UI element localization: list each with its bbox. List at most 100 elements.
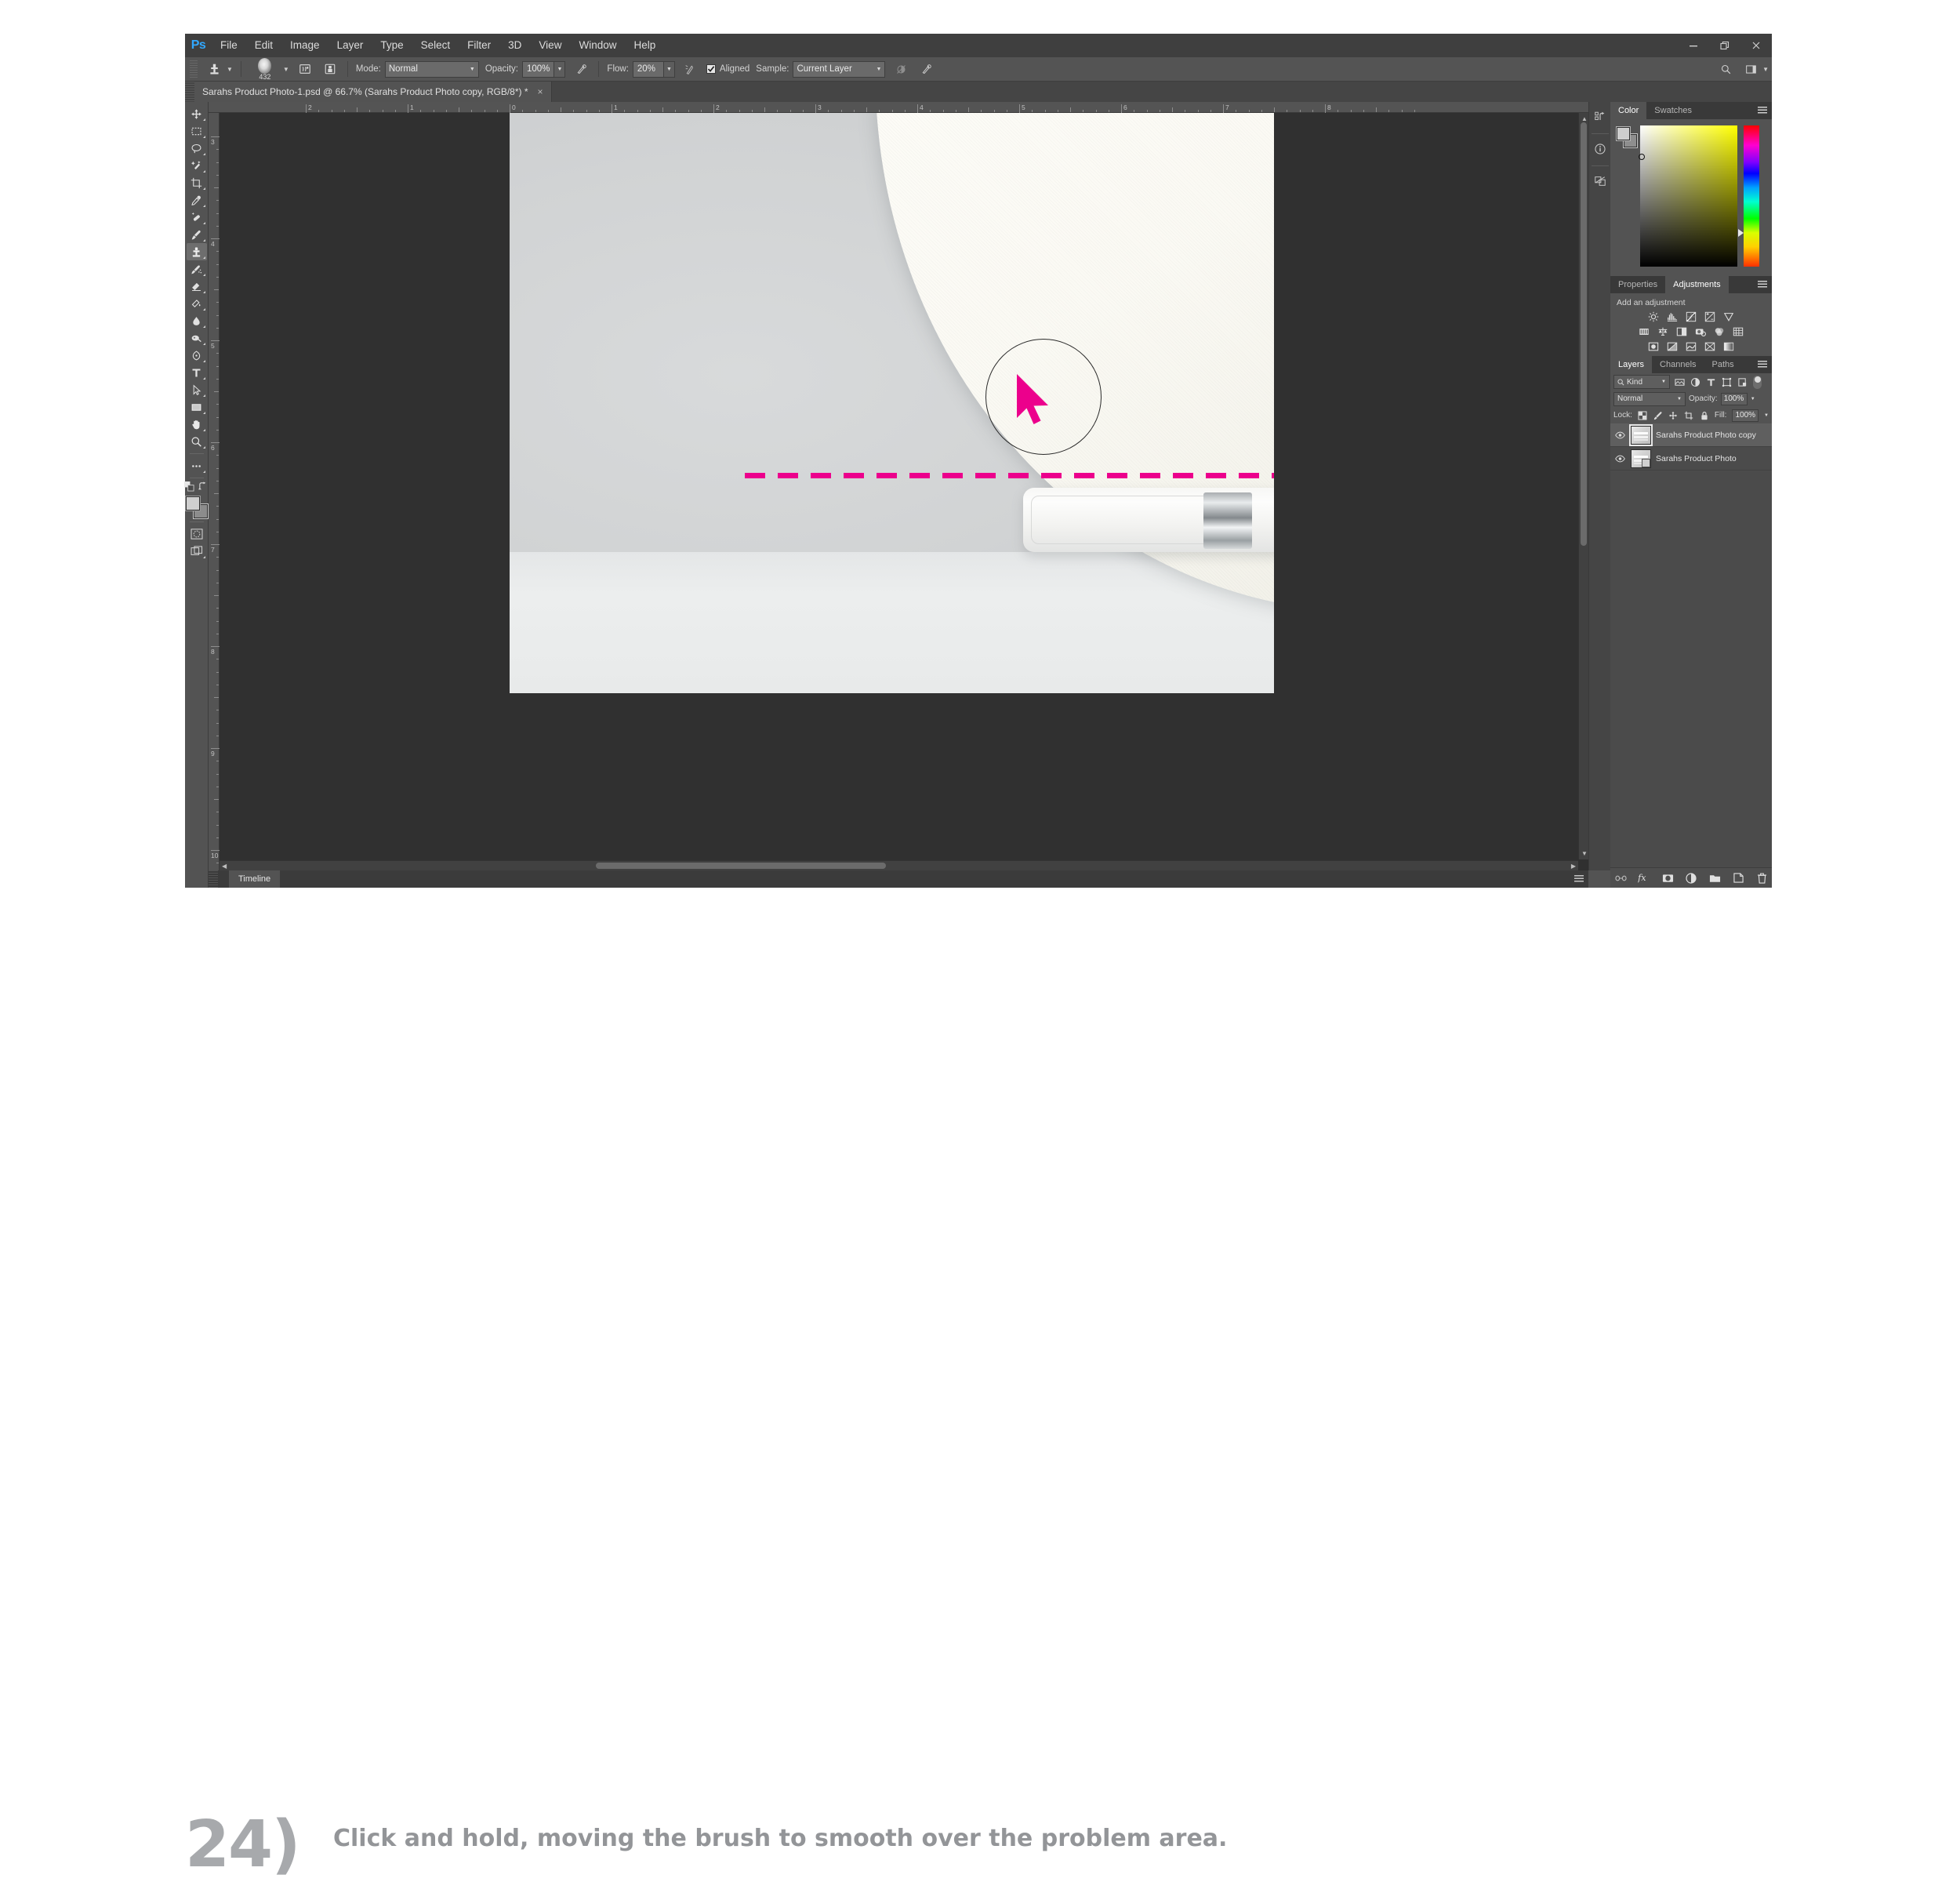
tab-bar-grip[interactable] (185, 82, 194, 102)
lasso-tool[interactable] (187, 140, 207, 157)
search-button[interactable] (1713, 57, 1738, 82)
photo-filter-icon[interactable] (1695, 325, 1707, 337)
menu-type[interactable]: Type (372, 34, 412, 57)
brush-size-picker[interactable]: 432 ▼ (246, 57, 292, 82)
chevron-down-icon[interactable]: ▼ (1751, 397, 1755, 401)
layer-visibility-toggle[interactable] (1613, 431, 1626, 439)
channel-mixer-icon[interactable] (1714, 325, 1726, 337)
clone-source-panel-button[interactable] (318, 57, 343, 82)
threshold-icon[interactable] (1686, 340, 1697, 352)
layer-visibility-toggle[interactable] (1613, 455, 1626, 463)
table-row[interactable]: Sarahs Product Photo (1610, 447, 1772, 470)
tab-paths[interactable]: Paths (1704, 356, 1742, 373)
chevron-down-icon[interactable]: ▼ (1762, 66, 1769, 73)
chevron-down-icon[interactable]: ▼ (227, 66, 233, 73)
filter-pixel-icon[interactable] (1673, 376, 1686, 388)
rectangle-tool[interactable] (187, 398, 207, 416)
menu-edit[interactable]: Edit (246, 34, 281, 57)
filter-enable-toggle[interactable] (1753, 375, 1762, 389)
info-panel-button[interactable] (1590, 139, 1610, 161)
hue-strip[interactable] (1744, 125, 1759, 267)
tab-adjustments[interactable]: Adjustments (1665, 276, 1729, 293)
canvas-viewport[interactable] (220, 113, 1588, 870)
levels-icon[interactable] (1667, 311, 1679, 322)
menu-help[interactable]: Help (625, 34, 664, 57)
color-field-picker[interactable] (1639, 154, 1645, 160)
color-balance-icon[interactable] (1657, 325, 1669, 337)
folder-ic on[interactable] (1708, 872, 1721, 885)
lock-transparent-pixels-icon[interactable] (1638, 410, 1648, 420)
horizontal-scroll-thumb[interactable] (596, 863, 886, 869)
document-tab[interactable]: Sarahs Product Photo-1.psd @ 66.7% (Sara… (194, 82, 552, 102)
foreground-color-swatch[interactable] (184, 496, 201, 511)
layer-fill-input[interactable]: 100% (1732, 409, 1759, 422)
adjustment-circle-icon[interactable] (1685, 872, 1697, 885)
lock-position-icon[interactable] (1668, 410, 1679, 420)
chevron-down-icon[interactable]: ▼ (1764, 413, 1769, 418)
hue-saturation-icon[interactable] (1639, 325, 1650, 337)
default-colors-icon[interactable] (184, 481, 194, 494)
scroll-up-icon[interactable]: ▲ (1581, 115, 1588, 122)
close-icon[interactable] (1740, 34, 1772, 57)
menu-3d[interactable]: 3D (499, 34, 530, 57)
type-tool[interactable] (187, 364, 207, 381)
opacity-pressure-button[interactable] (568, 57, 593, 82)
table-row[interactable]: Sarahs Product Photo copy (1610, 423, 1772, 447)
hand-tool[interactable] (187, 416, 207, 433)
opacity-input[interactable]: 100% (522, 60, 555, 78)
move-tool[interactable] (187, 105, 207, 122)
hue-strip-marker[interactable] (1738, 229, 1744, 237)
link-icon[interactable] (1614, 872, 1627, 885)
blur-tool[interactable] (187, 312, 207, 329)
sample-select[interactable]: Current Layer ▼ (793, 60, 886, 78)
brightness-contrast-icon[interactable] (1648, 311, 1660, 322)
opacity-stepper[interactable]: ▼ (554, 60, 566, 78)
path-selection-tool[interactable] (187, 381, 207, 398)
tab-color[interactable]: Color (1610, 102, 1647, 119)
lock-artboard-icon[interactable] (1684, 410, 1694, 420)
quick-mask-button[interactable] (187, 525, 207, 543)
ignore-adjustment-layers-button[interactable] (888, 57, 913, 82)
canvas-area[interactable]: 21012345678 3 4 5 6 7 8 9 10 ▲ ▼ ◀ ▶ (209, 102, 1588, 870)
menu-file[interactable]: File (212, 34, 246, 57)
selective-color-icon[interactable] (1723, 340, 1735, 352)
vibrance-icon[interactable] (1723, 311, 1735, 322)
tab-channels[interactable]: Channels (1652, 356, 1704, 373)
invert-icon[interactable] (1648, 340, 1660, 352)
screen-mode-button[interactable] (187, 543, 207, 560)
pressure-size-button[interactable] (913, 57, 938, 82)
menu-filter[interactable]: Filter (459, 34, 499, 57)
menu-window[interactable]: Window (570, 34, 625, 57)
chevron-down-icon[interactable]: ▼ (283, 66, 289, 73)
curves-icon[interactable] (1686, 311, 1697, 322)
zoom-tool[interactable] (187, 433, 207, 450)
panel-menu-icon[interactable] (1758, 361, 1767, 369)
color-field[interactable] (1640, 125, 1737, 267)
history-brush-tool[interactable] (187, 260, 207, 278)
aligned-checkbox-group[interactable]: Aligned (703, 57, 753, 82)
scroll-down-icon[interactable]: ▼ (1581, 850, 1588, 857)
layer-thumbnail[interactable] (1629, 423, 1653, 446)
tab-properties[interactable]: Properties (1610, 276, 1665, 293)
brush-panel-button[interactable] (292, 57, 318, 82)
crop-tool[interactable] (187, 174, 207, 191)
layer-name[interactable]: Sarahs Product Photo copy (1656, 431, 1756, 440)
active-tool-preset[interactable]: ▼ (201, 57, 236, 82)
fx-icon[interactable]: fx (1638, 872, 1650, 885)
document-canvas[interactable] (510, 113, 1274, 693)
horizontal-ruler[interactable]: 2 1 0 1 2 3 4 5 6 7 8 (209, 102, 1588, 113)
vertical-ruler[interactable]: 3 4 5 6 7 8 9 10 (209, 113, 220, 870)
color-panel-swatches[interactable] (1616, 126, 1638, 148)
layer-name[interactable]: Sarahs Product Photo (1656, 454, 1737, 463)
swap-colors-icon[interactable] (198, 481, 209, 494)
vertical-scrollbar[interactable]: ▲ ▼ (1578, 113, 1588, 859)
aligned-checkbox[interactable] (706, 64, 716, 74)
layer-opacity-input[interactable]: 100% (1720, 392, 1748, 405)
history-panel-button[interactable] (1590, 107, 1610, 129)
blend-mode-select[interactable]: Normal ▼ (384, 60, 479, 78)
brush-tool[interactable] (187, 226, 207, 243)
filter-type-icon[interactable] (1704, 376, 1717, 388)
horizontal-scrollbar[interactable]: ◀ ▶ (220, 860, 1578, 870)
marquee-tool[interactable] (187, 122, 207, 140)
mask-icon[interactable] (1661, 872, 1674, 885)
